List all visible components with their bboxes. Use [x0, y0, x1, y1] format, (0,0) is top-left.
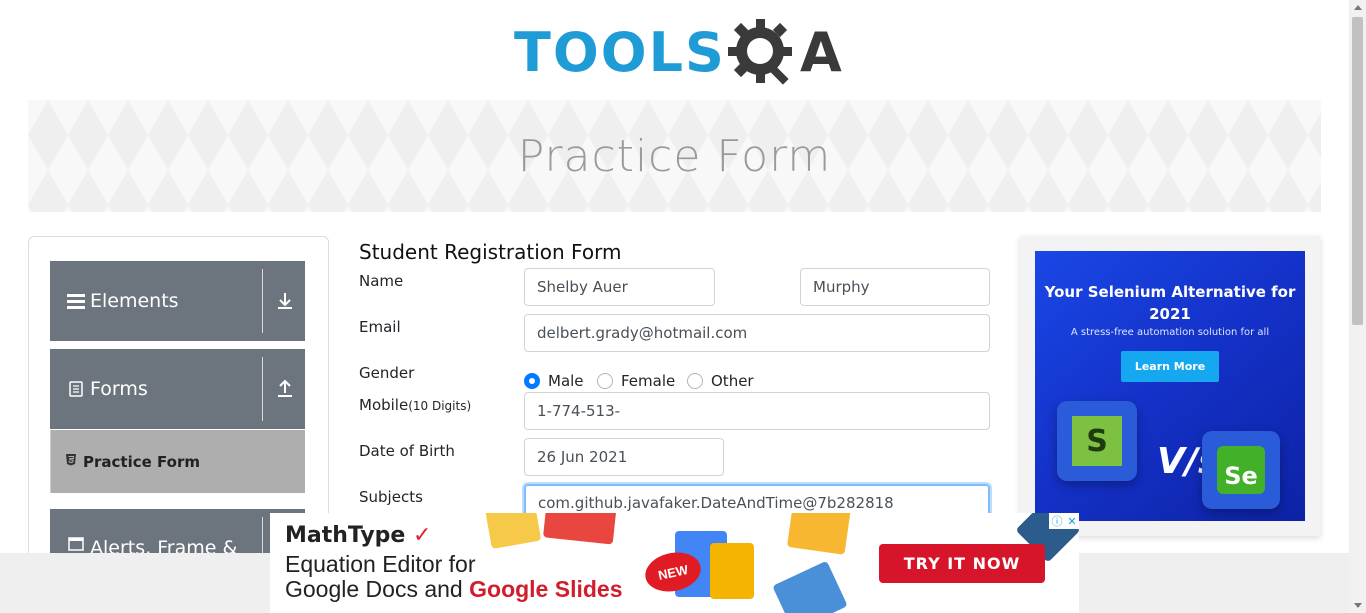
upload-arrow-icon[interactable]: [275, 379, 295, 399]
first-name-input[interactable]: Shelby Auer: [524, 268, 715, 306]
decorative-tile: [786, 513, 852, 555]
sidebar-group-elements[interactable]: Elements: [50, 261, 305, 341]
ad-line2-plain: Google Docs and: [285, 576, 470, 602]
gender-radio-male[interactable]: Male: [524, 372, 584, 390]
gender-label: Gender: [359, 364, 415, 382]
mobile-label-text: Mobile: [359, 396, 409, 414]
logo-text-tools: TOOLS: [514, 20, 726, 84]
page-scrollbar[interactable]: [1349, 0, 1366, 613]
mobile-input[interactable]: 1-774-513-: [524, 392, 990, 430]
last-name-input[interactable]: Murphy: [800, 268, 990, 306]
name-label: Name: [359, 272, 404, 290]
ad-line2-bold: Google Slides: [469, 576, 623, 602]
radio-button-checked[interactable]: [524, 373, 540, 389]
page-title: Practice Form: [517, 130, 832, 182]
window-icon: [66, 537, 86, 551]
logo-qa: A: [726, 15, 842, 89]
sidebar-group-label: Elements: [90, 290, 179, 312]
logo-text-a: A: [799, 20, 842, 84]
hamburger-icon: [66, 293, 86, 309]
ad-line2: Google Docs and Google Slides: [285, 576, 623, 603]
ad-headline: Your Selenium Alternative for 2021: [1044, 283, 1296, 323]
subjects-label: Subjects: [359, 488, 423, 506]
ad-subtext: A stress-free automation solution for al…: [1070, 327, 1270, 338]
adchoices-icon[interactable]: ⓘ ✕: [1049, 513, 1079, 529]
katalon-logo-mark: S: [1072, 416, 1122, 466]
mathtype-ad[interactable]: NEW MathType ✓ Equation Editor for Googl…: [270, 513, 1079, 613]
gender-radio-other[interactable]: Other: [687, 372, 754, 390]
info-icon[interactable]: ⓘ: [1051, 513, 1062, 529]
check-icon: ✓: [413, 523, 432, 548]
brand-text: MathType: [285, 523, 406, 548]
radio-label: Other: [711, 372, 754, 390]
mathtype-brand: MathType ✓: [285, 523, 431, 548]
page-banner: Practice Form: [28, 100, 1321, 212]
mobile-label: Mobile(10 Digits): [359, 396, 471, 414]
scrollbar-thumb[interactable]: [1352, 17, 1363, 325]
radio-label: Male: [548, 372, 584, 390]
selenium-logo-mark: Se: [1217, 446, 1265, 494]
divider: [262, 269, 263, 333]
sidebar-group-label: Forms: [90, 378, 148, 400]
radio-button[interactable]: [687, 373, 703, 389]
email-input[interactable]: delbert.grady@hotmail.com: [524, 314, 990, 352]
try-it-now-button[interactable]: TRY IT NOW: [879, 544, 1045, 583]
radio-label: Female: [621, 372, 676, 390]
scroll-down-icon[interactable]: [1354, 603, 1362, 608]
decorative-tile: [772, 560, 848, 613]
mobile-hint: (10 Digits): [408, 399, 472, 413]
close-icon[interactable]: ✕: [1067, 515, 1076, 528]
scroll-up-icon[interactable]: [1354, 5, 1362, 10]
selenium-logo: Se: [1202, 431, 1280, 509]
ad-creative[interactable]: Your Selenium Alternative for 2021 A str…: [1035, 251, 1305, 521]
learn-more-button[interactable]: Learn More: [1121, 351, 1219, 382]
gender-radio-female[interactable]: Female: [597, 372, 675, 390]
google-slides-icon: [710, 543, 754, 599]
divider: [262, 357, 263, 421]
email-label: Email: [359, 318, 401, 336]
selenium-ad[interactable]: Your Selenium Alternative for 2021 A str…: [1020, 236, 1320, 536]
toolsqa-logo[interactable]: TOOLS A: [514, 14, 842, 90]
date-of-birth-input[interactable]: 26 Jun 2021: [524, 438, 724, 476]
ad-line1: Equation Editor for: [285, 551, 476, 577]
decorative-tile: [484, 513, 542, 550]
sidebar-group-forms[interactable]: Forms: [50, 349, 305, 429]
sidebar-item-label: Practice Form: [83, 452, 200, 471]
decorative-tile: [542, 513, 618, 545]
dob-label: Date of Birth: [359, 442, 455, 460]
gear-magnifier-icon: [727, 19, 792, 85]
html5-icon: [65, 453, 77, 470]
sidebar-item-practice-form[interactable]: Practice Form: [50, 430, 305, 493]
download-arrow-icon[interactable]: [275, 291, 295, 311]
page: TOOLS A Practice Form Elements Forms Pra…: [0, 0, 1366, 613]
document-icon: [66, 381, 86, 397]
radio-button[interactable]: [597, 373, 613, 389]
katalon-logo: S: [1057, 401, 1137, 481]
form-heading: Student Registration Form: [359, 240, 622, 264]
